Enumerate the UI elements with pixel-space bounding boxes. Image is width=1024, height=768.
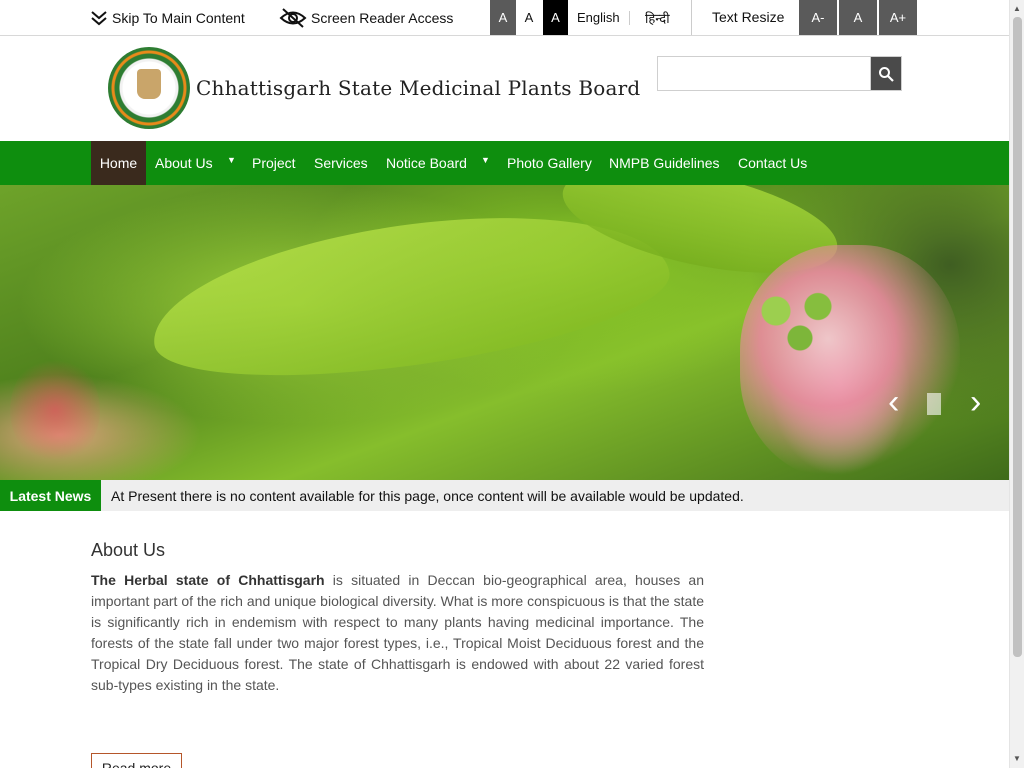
chevron-left-icon[interactable]: ‹: [888, 385, 899, 419]
chevron-right-icon[interactable]: ›: [970, 385, 981, 419]
about-heading: About Us: [91, 540, 166, 560]
text-increase-button[interactable]: A+: [879, 0, 917, 35]
nav-item-project[interactable]: Project: [252, 141, 296, 185]
search-icon: [879, 66, 894, 82]
scroll-up-arrow[interactable]: ▲: [1013, 4, 1021, 13]
about-lead: The Herbal state of Chhattisgarh: [91, 572, 325, 588]
hero-slider: ‹ ›: [0, 185, 1009, 480]
lang-divider: [629, 11, 630, 25]
contrast-dark-button[interactable]: A: [543, 0, 568, 35]
skip-label: Skip To Main Content: [112, 9, 245, 26]
read-more-button[interactable]: Read more: [91, 753, 182, 768]
about-paragraph: The Herbal state of Chhattisgarh is situ…: [91, 570, 704, 696]
nav-item-services[interactable]: Services: [314, 141, 368, 185]
double-chevron-down-icon: [91, 10, 107, 25]
main-nav: Home About Us ▼ Project Services Notice …: [0, 141, 1009, 185]
lang-hindi-link[interactable]: हिन्दी: [645, 0, 670, 35]
nav-item-home[interactable]: Home: [91, 141, 146, 185]
latest-news-label: Latest News: [0, 480, 101, 511]
latest-news-bar: Latest News At Present there is no conte…: [0, 480, 1009, 511]
screen-reader-label: Screen Reader Access: [311, 9, 454, 26]
search-input[interactable]: [657, 56, 871, 91]
state-emblem-logo[interactable]: [108, 47, 190, 129]
skip-to-main-link[interactable]: Skip To Main Content: [90, 0, 245, 35]
screen-reader-link[interactable]: Screen Reader Access: [279, 0, 453, 35]
slide-image-flower: [10, 355, 100, 465]
caret-down-icon[interactable]: ▼: [227, 155, 236, 165]
contrast-light-button[interactable]: A: [516, 0, 542, 35]
eye-slash-icon: [279, 7, 307, 28]
nav-item-photo-gallery[interactable]: Photo Gallery: [507, 141, 592, 185]
nav-item-contact-us[interactable]: Contact Us: [738, 141, 807, 185]
lang-english-link[interactable]: English: [577, 0, 620, 35]
nav-item-nmpb-guidelines[interactable]: NMPB Guidelines: [609, 141, 720, 185]
nav-item-notice-board[interactable]: Notice Board: [386, 141, 467, 185]
slider-pause-button[interactable]: [927, 393, 941, 415]
scroll-down-arrow[interactable]: ▼: [1013, 754, 1021, 763]
text-decrease-button[interactable]: A-: [799, 0, 837, 35]
search-button[interactable]: [870, 56, 902, 91]
text-normal-button[interactable]: A: [839, 0, 877, 35]
latest-news-ticker[interactable]: At Present there is no content available…: [111, 480, 744, 511]
slide-image-berries: [740, 275, 860, 365]
caret-down-icon[interactable]: ▼: [481, 155, 490, 165]
contrast-default-button[interactable]: A: [490, 0, 516, 35]
topbar-divider: [691, 0, 692, 35]
scroll-thumb[interactable]: [1013, 17, 1022, 657]
site-title[interactable]: Chhattisgarh State Medicinal Plants Boar…: [196, 76, 640, 100]
about-body-text: is situated in Deccan bio-geographical a…: [91, 572, 704, 693]
page-scrollbar[interactable]: ▲ ▼: [1009, 0, 1024, 768]
text-resize-label: Text Resize: [712, 8, 785, 25]
top-utility-bar: Skip To Main Content Screen Reader Acces…: [0, 0, 1009, 36]
nav-item-about-us[interactable]: About Us: [155, 141, 213, 185]
